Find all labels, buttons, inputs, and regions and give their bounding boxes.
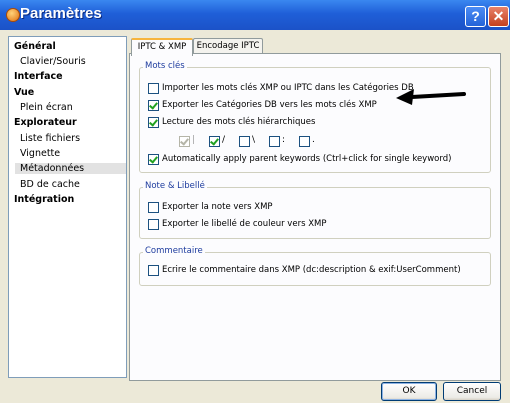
sidebar-item-liste-fichiers[interactable]: Liste fichiers — [20, 133, 80, 144]
label-export-note: Exporter la note vers XMP — [162, 202, 273, 212]
label-import-keywords: Importer les mots clés XMP ou IPTC dans … — [162, 83, 414, 93]
checkbox-separator-dot[interactable] — [299, 136, 310, 147]
settings-window: Paramètres ? ✕ Général Clavier/Souris In… — [0, 0, 510, 403]
label-export-categories: Exporter les Catégories DB vers les mots… — [162, 100, 377, 110]
sidebar-item-explorateur[interactable]: Explorateur — [14, 117, 77, 128]
label-auto-apply-parent: Automatically apply parent keywords (Ctr… — [162, 154, 452, 164]
label-write-comment: Ecrire le commentaire dans XMP (dc:descr… — [162, 265, 461, 275]
checkbox-import-keywords[interactable] — [148, 83, 159, 94]
separator-dot-label: . — [312, 135, 315, 145]
separator-backslash-label: \ — [252, 135, 256, 145]
ok-button[interactable]: OK — [381, 382, 437, 401]
tab-encodage-iptc[interactable]: Encodage IPTC — [193, 38, 263, 54]
group-label-note-libelle: Note & Libellé — [143, 181, 207, 191]
help-button[interactable]: ? — [465, 6, 486, 27]
sidebar-item-vignette[interactable]: Vignette — [20, 148, 60, 159]
sidebar-item-vue[interactable]: Vue — [14, 87, 34, 98]
window-title: Paramètres — [20, 5, 102, 22]
title-bar[interactable]: Paramètres ? ✕ — [0, 0, 510, 30]
separator-slash-label: / — [222, 135, 226, 145]
checkbox-export-categories[interactable] — [148, 100, 159, 111]
sidebar-item-integration[interactable]: Intégration — [14, 194, 74, 205]
group-label-commentaire: Commentaire — [143, 246, 205, 256]
label-hierarchical-keywords: Lecture des mots clés hiérarchiques — [162, 117, 316, 127]
label-export-color-label: Exporter le libellé de couleur vers XMP — [162, 219, 327, 229]
tab-iptc-xmp[interactable]: IPTC & XMP — [131, 38, 193, 56]
annotation-arrow-icon — [396, 89, 466, 105]
settings-sidebar: Général Clavier/Souris Interface Vue Ple… — [8, 36, 127, 378]
checkbox-separator-colon[interactable] — [269, 136, 280, 147]
close-button[interactable]: ✕ — [488, 6, 509, 27]
group-label-mots-cles: Mots clés — [143, 61, 187, 71]
checkbox-export-color-label[interactable] — [148, 219, 159, 230]
cancel-button[interactable]: Cancel — [443, 382, 501, 401]
checkbox-auto-apply-parent[interactable] — [148, 154, 159, 165]
checkbox-write-comment[interactable] — [148, 265, 159, 276]
checkbox-separator-slash[interactable] — [209, 136, 220, 147]
sidebar-item-interface[interactable]: Interface — [14, 71, 63, 82]
sidebar-item-bd-de-cache[interactable]: BD de cache — [20, 179, 80, 190]
checkbox-hierarchical-keywords[interactable] — [148, 117, 159, 128]
group-note-libelle — [139, 187, 491, 239]
checkbox-separator-backslash[interactable] — [239, 136, 250, 147]
checkbox-separator-pipe[interactable] — [179, 136, 190, 147]
sidebar-item-metadonnees[interactable]: Métadonnées — [15, 163, 126, 174]
checkbox-export-note[interactable] — [148, 202, 159, 213]
separator-pipe-label: | — [192, 135, 196, 145]
sidebar-item-plein-ecran[interactable]: Plein écran — [20, 102, 73, 113]
sidebar-item-clavier-souris[interactable]: Clavier/Souris — [20, 56, 86, 67]
app-icon — [6, 8, 20, 22]
separator-colon-label: : — [282, 135, 286, 145]
sidebar-item-general[interactable]: Général — [14, 41, 56, 52]
